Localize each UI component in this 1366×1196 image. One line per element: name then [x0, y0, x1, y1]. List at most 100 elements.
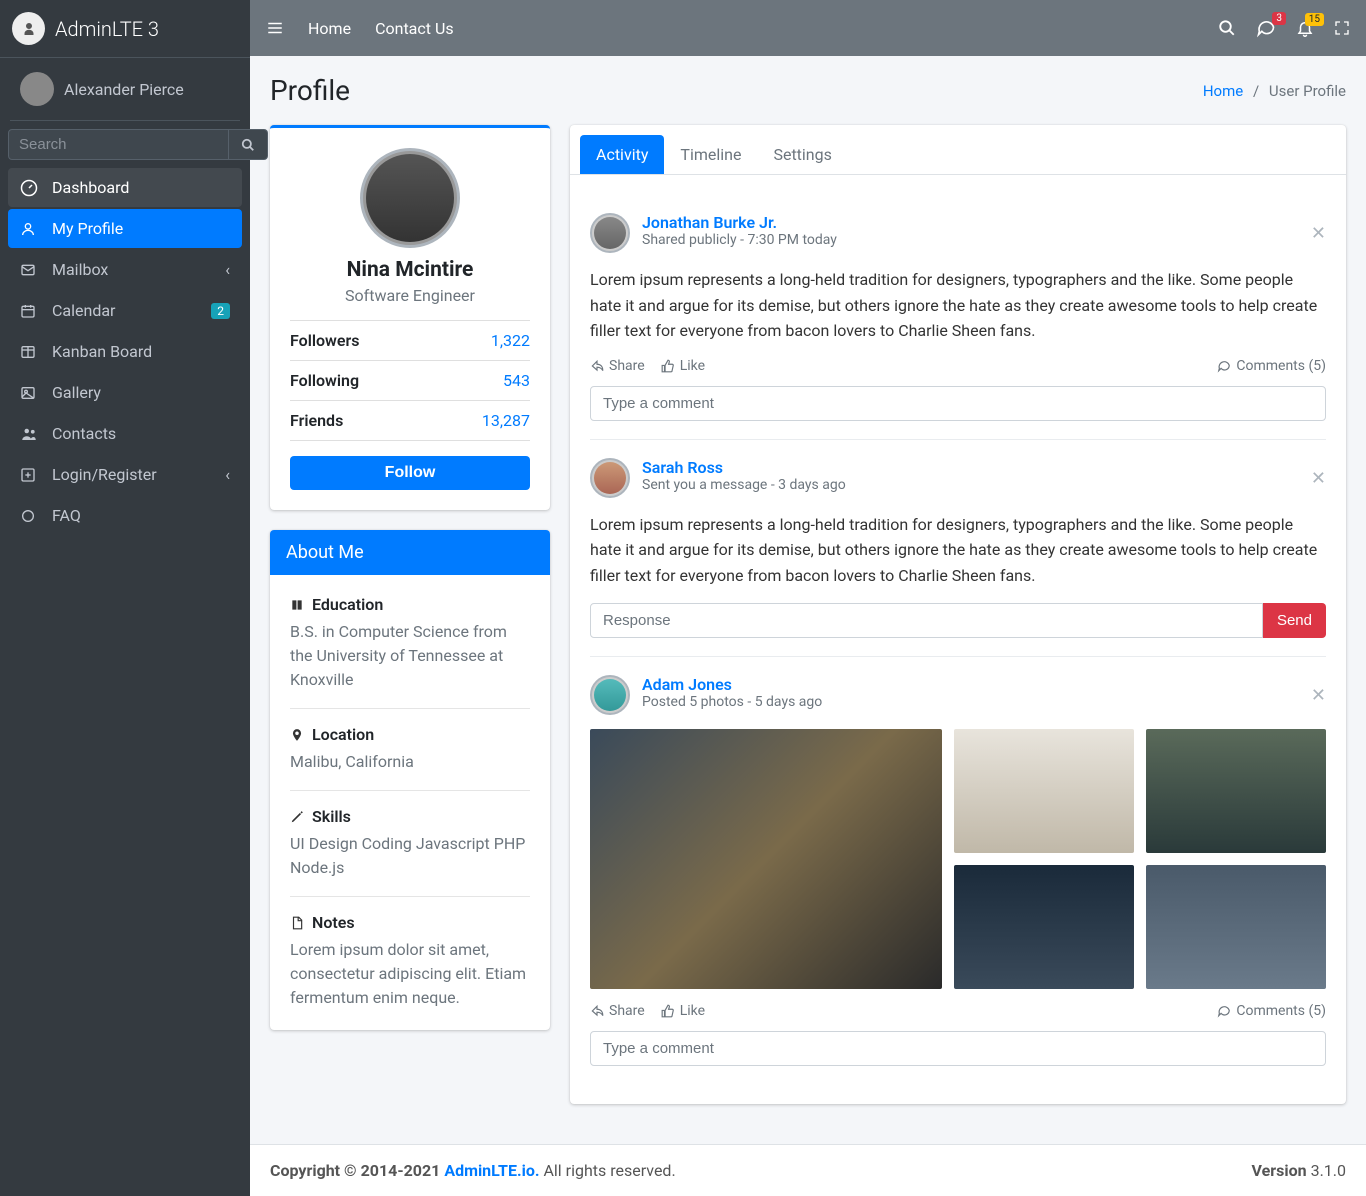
breadcrumb: Home / User Profile [1203, 82, 1346, 100]
plus-square-icon [20, 467, 42, 483]
profile-role: Software Engineer [290, 286, 530, 305]
breadcrumb-home[interactable]: Home [1203, 82, 1243, 100]
nav-contacts[interactable]: Contacts [8, 414, 242, 453]
close-icon[interactable]: ✕ [1311, 685, 1326, 706]
topnav-contact[interactable]: Contact Us [375, 19, 454, 38]
post-meta: Posted 5 photos - 5 days ago [642, 694, 822, 710]
nav-dashboard[interactable]: Dashboard [8, 168, 242, 207]
about-title: About Me [270, 530, 550, 575]
nav-faq[interactable]: FAQ [8, 496, 242, 535]
image-icon [20, 385, 42, 401]
nav-menu: Dashboard My Profile Mailbox‹ Calendar2 … [0, 168, 250, 537]
share-button[interactable]: Share [590, 358, 645, 374]
post: Adam Jones Posted 5 photos - 5 days ago … [590, 657, 1326, 1084]
post: Jonathan Burke Jr. Shared publicly - 7:3… [590, 195, 1326, 440]
topnav-home[interactable]: Home [308, 19, 351, 38]
photo[interactable] [590, 729, 942, 989]
calendar-icon [20, 303, 42, 319]
post-meta: Sent you a message - 3 days ago [642, 477, 846, 493]
send-button[interactable]: Send [1263, 603, 1326, 638]
top-navbar: Home Contact Us 3 15 [250, 0, 1366, 56]
bell-badge: 15 [1305, 13, 1324, 26]
chevron-left-icon: ‹ [225, 465, 230, 484]
post-avatar [590, 458, 630, 498]
comments-link[interactable]: Comments (5) [1217, 1003, 1326, 1019]
breadcrumb-current: User Profile [1269, 82, 1346, 100]
profile-name: Nina Mcintire [290, 258, 530, 282]
dashboard-icon [20, 179, 42, 197]
tab-header: Activity Timeline Settings [570, 125, 1346, 175]
post-user-link[interactable]: Jonathan Burke Jr. [642, 213, 777, 232]
map-marker-icon [290, 727, 304, 743]
close-icon[interactable]: ✕ [1311, 468, 1326, 489]
friends-count[interactable]: 13,287 [482, 411, 530, 430]
nav-gallery[interactable]: Gallery [8, 373, 242, 412]
comments-link[interactable]: Comments (5) [1217, 358, 1326, 374]
envelope-icon [20, 262, 42, 278]
nav-my-profile[interactable]: My Profile [8, 209, 242, 248]
content-header: Profile Home / User Profile [250, 56, 1366, 125]
chevron-left-icon: ‹ [225, 260, 230, 279]
chat-badge: 3 [1272, 12, 1286, 25]
like-button[interactable]: Like [661, 358, 705, 374]
following-count[interactable]: 543 [503, 371, 530, 390]
post-body: Lorem ipsum represents a long-held tradi… [590, 267, 1326, 344]
main: Home Contact Us 3 15 Profile Home / User… [250, 0, 1366, 1196]
photo[interactable] [954, 729, 1134, 853]
photo[interactable] [954, 865, 1134, 989]
tab-timeline[interactable]: Timeline [664, 135, 757, 174]
education-text: B.S. in Computer Science from the Univer… [290, 620, 530, 692]
like-button[interactable]: Like [661, 1003, 705, 1019]
footer: Copyright © 2014-2021 AdminLTE.io. All r… [250, 1144, 1366, 1196]
sidebar-search [0, 121, 250, 168]
comment-input[interactable] [590, 386, 1326, 421]
about-card: About Me Education B.S. in Computer Scie… [270, 530, 550, 1030]
calendar-badge: 2 [211, 303, 230, 319]
post: Sarah Ross Sent you a message - 3 days a… [590, 440, 1326, 657]
location-text: Malibu, California [290, 750, 530, 774]
follow-button[interactable]: Follow [290, 456, 530, 490]
page-title: Profile [270, 74, 350, 107]
navbar-search-icon[interactable] [1218, 19, 1236, 37]
tab-activity[interactable]: Activity [580, 135, 664, 174]
file-icon [290, 916, 304, 930]
post-avatar [590, 675, 630, 715]
response-input[interactable] [590, 603, 1263, 638]
post-body: Lorem ipsum represents a long-held tradi… [590, 512, 1326, 589]
profile-avatar [360, 148, 460, 248]
pencil-icon [290, 810, 304, 824]
expand-icon[interactable] [1334, 20, 1350, 36]
menu-toggle-icon[interactable] [266, 19, 284, 37]
skills-text: UI Design Coding Javascript PHP Node.js [290, 832, 530, 880]
users-icon [20, 425, 42, 443]
nav-kanban[interactable]: Kanban Board [8, 332, 242, 371]
profile-stats: Followers1,322 Following543 Friends13,28… [290, 320, 530, 441]
search-input[interactable] [8, 129, 229, 160]
nav-calendar[interactable]: Calendar2 [8, 291, 242, 330]
post-user-link[interactable]: Sarah Ross [642, 458, 723, 477]
chat-icon[interactable]: 3 [1256, 18, 1276, 38]
photo[interactable] [1146, 865, 1326, 989]
share-button[interactable]: Share [590, 1003, 645, 1019]
bell-icon[interactable]: 15 [1296, 19, 1314, 37]
nav-mailbox[interactable]: Mailbox‹ [8, 250, 242, 289]
photo-grid [590, 729, 1326, 989]
post-user-link[interactable]: Adam Jones [642, 675, 732, 694]
followers-count[interactable]: 1,322 [491, 331, 530, 350]
columns-icon [20, 344, 42, 360]
post-avatar [590, 213, 630, 253]
tab-settings[interactable]: Settings [757, 135, 847, 174]
circle-icon [20, 508, 42, 524]
user-icon [20, 221, 42, 237]
nav-login-register[interactable]: Login/Register‹ [8, 455, 242, 494]
brand-link[interactable]: AdminLTE 3 [0, 0, 250, 58]
close-icon[interactable]: ✕ [1311, 223, 1326, 244]
notes-text: Lorem ipsum dolor sit amet, consectetur … [290, 938, 530, 1010]
book-icon [290, 598, 304, 612]
user-name-link[interactable]: Alexander Pierce [64, 80, 184, 99]
brand-text: AdminLTE 3 [55, 17, 159, 41]
photo[interactable] [1146, 729, 1326, 853]
footer-link[interactable]: AdminLTE.io. [444, 1161, 539, 1180]
profile-card: Nina Mcintire Software Engineer Follower… [270, 125, 550, 510]
comment-input[interactable] [590, 1031, 1326, 1066]
